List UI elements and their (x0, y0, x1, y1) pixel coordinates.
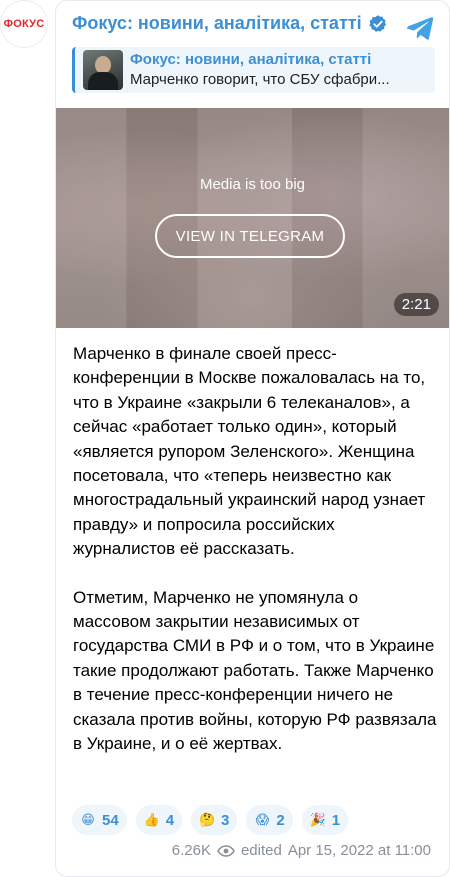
reaction-count: 54 (102, 811, 119, 829)
grinning-face-icon: 😁 (81, 812, 95, 827)
media-too-big-note: Media is too big (199, 176, 306, 193)
thumbs-up-icon: 👍 (143, 812, 160, 827)
message-meta: 6.26K edited Apr 15, 2022 at 11:00 (172, 842, 431, 859)
message-paragraph: Марченко в финале своей пресс-конференци… (73, 344, 426, 559)
video-preview[interactable]: Media is too big VIEW IN TELEGRAM 2:21 (56, 108, 449, 328)
video-duration-badge: 2:21 (393, 293, 439, 316)
avatar-logo-text: ФОКУС (3, 18, 45, 30)
reply-thumbnail (83, 50, 123, 90)
reaction-thinking[interactable]: 🤔 3 (191, 805, 238, 835)
view-in-telegram-button[interactable]: VIEW IN TELEGRAM (155, 214, 345, 258)
thinking-face-icon: 🤔 (198, 812, 216, 827)
message-paragraph: Отметим, Марченко не упомянула о массово… (73, 587, 437, 754)
channel-header: Фокус: новини, аналітика, статті (72, 13, 389, 34)
channel-name[interactable]: Фокус: новини, аналітика, статті (72, 13, 362, 34)
telegram-icon[interactable] (405, 13, 435, 43)
reaction-party[interactable]: 🎉 1 (301, 805, 349, 835)
reply-text: Марченко говорит, что СБУ сфабри... (130, 71, 390, 88)
reactions-bar: 😁 54 👍 4 🤔 3 😱 2 🎉 1 (72, 805, 349, 835)
reaction-count: 1 (331, 811, 341, 829)
reaction-thumbs-up[interactable]: 👍 4 (135, 805, 183, 835)
reaction-screaming[interactable]: 😱 2 (246, 805, 293, 835)
channel-avatar[interactable]: ФОКУС (1, 1, 47, 47)
party-popper-icon: 🎉 (309, 812, 326, 827)
reaction-grinning[interactable]: 😁 54 (72, 805, 127, 835)
edited-label: edited (240, 842, 282, 859)
verified-badge-icon (368, 14, 386, 32)
message-card: Фокус: новини, аналітика, статті Фокус: … (55, 0, 450, 877)
view-count: 6.26K (171, 842, 211, 859)
reaction-count: 4 (165, 811, 175, 829)
reaction-count: 3 (221, 811, 230, 829)
reply-preview[interactable]: Фокус: новини, аналітика, статті Марченк… (72, 47, 435, 93)
timestamp[interactable]: Apr 15, 2022 at 11:00 (288, 842, 431, 859)
reply-title: Фокус: новини, аналітика, статті (130, 51, 372, 68)
reaction-count: 2 (276, 811, 285, 829)
screaming-face-icon: 😱 (255, 812, 270, 827)
message-text: Марченко в финале своей пресс-конференци… (73, 342, 437, 781)
eye-icon (217, 844, 235, 857)
